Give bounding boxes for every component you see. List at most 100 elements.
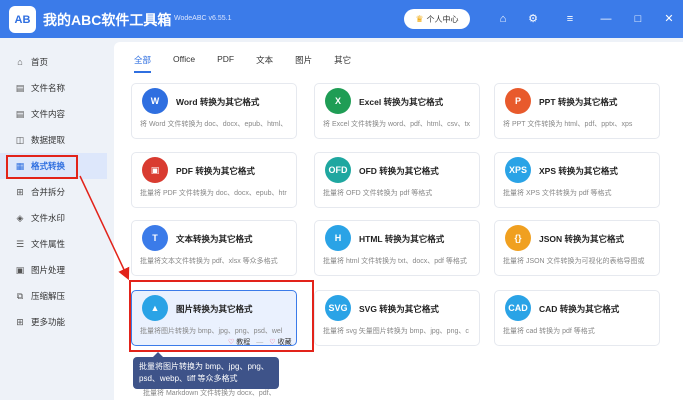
card-title: HTML 转换为其它格式 xyxy=(359,234,445,244)
gear-icon[interactable]: ⚙ xyxy=(525,11,541,27)
tab-2[interactable]: Office xyxy=(173,54,195,73)
converter-card[interactable]: SVG SVG 转换为其它格式批量将 svg 矢量图片转换为 bmp、jpg、pn… xyxy=(314,290,480,346)
home-icon[interactable]: ⌂ xyxy=(495,11,511,27)
card-title: Excel 转换为其它格式 xyxy=(359,97,444,107)
card-description: 批量将 JSON 文件转换为可视化的表格导图或 xyxy=(503,258,645,265)
sidebar-item-10[interactable]: ⧉ 压缩解压 xyxy=(0,283,107,309)
image-process-icon: ▣ xyxy=(15,264,25,275)
card-description: 批量将 OFD 文件转换为 pdf 等格式 xyxy=(323,190,433,197)
merge-split-icon: ⊞ xyxy=(16,186,24,197)
converter-card[interactable]: CAD CAD 转换为其它格式批量将 cad 转换为 pdf 等格式 xyxy=(494,290,660,346)
sidebar-item-8[interactable]: ☰ 文件属性 xyxy=(0,231,107,257)
converter-card[interactable]: {} JSON 转换为其它格式批量将 JSON 文件转换为可视化的表格导图或 xyxy=(494,220,660,276)
app-title: 我的ABC软件工具箱 xyxy=(43,12,172,28)
card-description: 将 Excel 文件转换为 word、pdf、html、csv、tx xyxy=(323,121,471,128)
sidebar-item-label: 压缩解压 xyxy=(31,291,66,301)
converter-card[interactable]: W Word 转换为其它格式将 Word 文件转换为 doc、docx、epub、… xyxy=(131,83,297,139)
tab-6[interactable]: 其它 xyxy=(334,54,351,73)
converter-icon: CAD xyxy=(505,295,531,321)
converter-icon: P xyxy=(505,88,531,114)
converter-icon: {} xyxy=(505,225,531,251)
home-icon: ⌂ xyxy=(17,57,23,67)
app-version: WodeABC v6.55.1 xyxy=(174,15,232,22)
sidebar-item-label: 文件水印 xyxy=(31,213,66,223)
separator: — xyxy=(256,338,264,346)
converter-card[interactable]: H HTML 转换为其它格式批量将 html 文件转换为 txt、docx、pdf… xyxy=(314,220,480,276)
category-tabs: 全部 Office PDF 文本 图片 其它 xyxy=(134,54,373,73)
sidebar-item-label: 更多功能 xyxy=(31,317,66,327)
sidebar-item-2[interactable]: ▤ 文件名称 xyxy=(0,75,107,101)
crown-icon: ♛ xyxy=(415,13,424,24)
sidebar-item-4[interactable]: ◫ 数据提取 xyxy=(0,127,107,153)
data-extract-icon: ◫ xyxy=(15,134,25,145)
tab-1[interactable]: 全部 xyxy=(134,54,152,73)
converter-card[interactable]: ▣ PDF 转换为其它格式批量将 PDF 文件转换为 doc、docx、epub、… xyxy=(131,152,297,208)
card-title: PDF 转换为其它格式 xyxy=(176,166,255,176)
watermark-icon: ◈ xyxy=(16,212,24,223)
file-content-icon: ▤ xyxy=(15,108,25,119)
favorite-link[interactable]: 收藏 xyxy=(278,337,292,347)
card-title: 文本转换为其它格式 xyxy=(176,234,253,244)
converter-icon: X xyxy=(325,88,351,114)
tab-3[interactable]: PDF xyxy=(217,54,234,73)
card-description: 批量将文本文件转换为 pdf、xlsx 等众多格式 xyxy=(140,258,278,265)
app-logo: AB xyxy=(9,6,36,33)
card-description: 批量将 XPS 文件转换为 pdf 等格式 xyxy=(503,190,612,197)
card-description: 批量将 cad 转换为 pdf 等格式 xyxy=(503,328,595,335)
card-description: 批量将 html 文件转换为 txt、docx、pdf 等格式 xyxy=(323,258,467,265)
sidebar-item-9[interactable]: ▣ 图片处理 xyxy=(0,257,107,283)
card-description: 批量将 PDF 文件转换为 doc、docx、epub、htr xyxy=(140,190,287,197)
card-title: SVG 转换为其它格式 xyxy=(359,304,439,314)
tutorial-icon: ♡ xyxy=(228,339,235,346)
card-title: XPS 转换为其它格式 xyxy=(539,166,618,176)
converter-icon: XPS xyxy=(505,157,531,183)
converter-icon: SVG xyxy=(325,295,351,321)
card-description: 批量将 svg 矢量图片转换为 bmp、jpg、png、c xyxy=(323,328,469,335)
converter-icon: ▣ xyxy=(142,157,168,183)
tooltip: 批量将图片转换为 bmp、jpg、png、 psd、webp、tiff 等众多格… xyxy=(133,352,279,389)
sidebar-item-1[interactable]: ⌂ 首页 xyxy=(0,49,107,75)
converter-icon: H xyxy=(325,225,351,251)
sidebar-item-label: 文件名称 xyxy=(31,83,66,93)
sidebar-item-label: 合并拆分 xyxy=(31,187,66,197)
menu-icon[interactable]: ≡ xyxy=(562,11,578,27)
converter-card[interactable]: T 文本转换为其它格式批量将文本文件转换为 pdf、xlsx 等众多格式 xyxy=(131,220,297,276)
sidebar-item-11[interactable]: ⊞ 更多功能 xyxy=(0,309,107,335)
minimize-icon[interactable]: — xyxy=(598,11,614,27)
sidebar-item-6[interactable]: ⊞ 合并拆分 xyxy=(0,179,107,205)
sidebar-item-7[interactable]: ◈ 文件水印 xyxy=(0,205,107,231)
title-bar: AB 我的ABC软件工具箱 WodeABC v6.55.1 ♛ 个人中心 ⌂ ⚙… xyxy=(0,0,683,38)
converter-icon: T xyxy=(142,225,168,251)
maximize-icon[interactable]: □ xyxy=(630,11,646,27)
card-title: CAD 转换为其它格式 xyxy=(539,304,620,314)
sidebar-item-3[interactable]: ▤ 文件内容 xyxy=(0,101,107,127)
file-attr-icon: ☰ xyxy=(15,238,25,249)
user-center-label: 个人中心 xyxy=(426,14,459,24)
sidebar-item-label: 图片处理 xyxy=(31,265,66,275)
sidebar-item-label: 文件内容 xyxy=(31,109,66,119)
tooltip-line-2: psd、webp、tiff 等众多格式 xyxy=(139,374,238,383)
tutorial-link[interactable]: 教程 xyxy=(236,337,250,347)
card-actions: ♡ 教程 — ♡ 收藏 xyxy=(228,337,292,347)
converter-card[interactable]: X Excel 转换为其它格式将 Excel 文件转换为 word、pdf、htm… xyxy=(314,83,480,139)
tab-4[interactable]: 文本 xyxy=(256,54,273,73)
more-icon: ⊞ xyxy=(16,316,24,327)
card-title: JSON 转换为其它格式 xyxy=(539,234,625,244)
sidebar-item-label: 文件属性 xyxy=(31,239,66,249)
file-name-icon: ▤ xyxy=(15,82,25,93)
converter-card[interactable]: OFD OFD 转换为其它格式 批量将 OFD 文件转换为 pdf 等格式 xyxy=(314,152,480,208)
sidebar-item-label: 数据提取 xyxy=(31,135,66,145)
converter-icon: W xyxy=(142,88,168,114)
converter-card[interactable]: P PPT 转换为其它格式将 PPT 文件转换为 html、pdf、pptx、xp… xyxy=(494,83,660,139)
card-title: OFD 转换为其它格式 xyxy=(359,166,439,176)
tooltip-line-1: 批量将图片转换为 bmp、jpg、png、 xyxy=(139,362,269,371)
favorite-icon: ♡ xyxy=(269,339,276,346)
close-icon[interactable]: ✕ xyxy=(661,11,677,27)
sidebar: ⌂ 首页 ▤ 文件名称 ▤ 文件内容 ◫ 数据提取 ▦ 格式转换 ⊞ 合并拆分 ◈ 文件水印 ☰ 文件属性 ▣ 图… xyxy=(0,38,107,400)
card-description: 将 PPT 文件转换为 html、pdf、pptx、xps xyxy=(503,121,633,128)
card-description: 将 Word 文件转换为 doc、docx、epub、html、 xyxy=(140,121,288,128)
card-title: Word 转换为其它格式 xyxy=(176,97,260,107)
tab-5[interactable]: 图片 xyxy=(295,54,312,73)
converter-card[interactable]: XPS XPS 转换为其它格式批量将 XPS 文件转换为 pdf 等格式 xyxy=(494,152,660,208)
user-center-button[interactable]: ♛ 个人中心 xyxy=(404,9,470,29)
